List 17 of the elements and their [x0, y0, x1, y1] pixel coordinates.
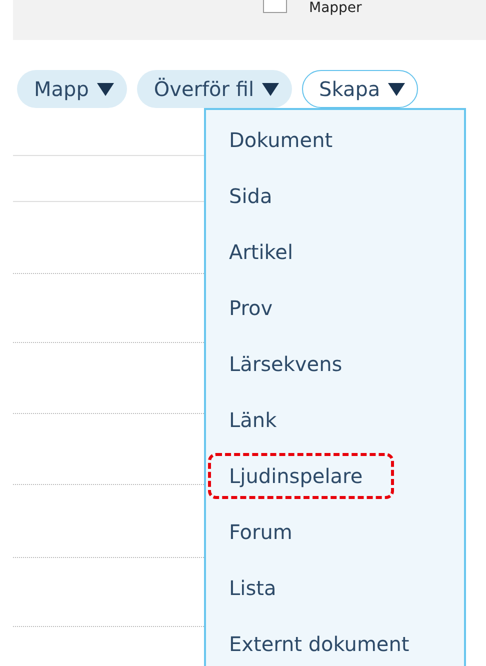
toolbar-button[interactable]: Överför fil: [136, 70, 292, 108]
menu-item[interactable]: Lärsekvens: [206, 336, 464, 392]
checkbox[interactable]: [263, 0, 287, 13]
menu-item[interactable]: Länk: [206, 392, 464, 448]
menu-item[interactable]: Prov: [206, 280, 464, 336]
toolbar-button[interactable]: Mapp: [17, 70, 127, 108]
menu-item[interactable]: Lista: [206, 560, 464, 616]
toolbar-button[interactable]: Skapa: [302, 70, 418, 108]
menu-item[interactable]: Externt dokument: [206, 616, 464, 666]
caret-icon: [262, 82, 280, 96]
menu-item[interactable]: Artikel: [206, 224, 464, 280]
menu-item[interactable]: Sida: [206, 168, 464, 224]
menu-item[interactable]: Dokument: [206, 112, 464, 168]
caret-icon: [388, 82, 406, 96]
menu-item[interactable]: Forum: [206, 504, 464, 560]
caret-icon: [96, 82, 114, 96]
folder-label: Mapper: [309, 0, 362, 17]
